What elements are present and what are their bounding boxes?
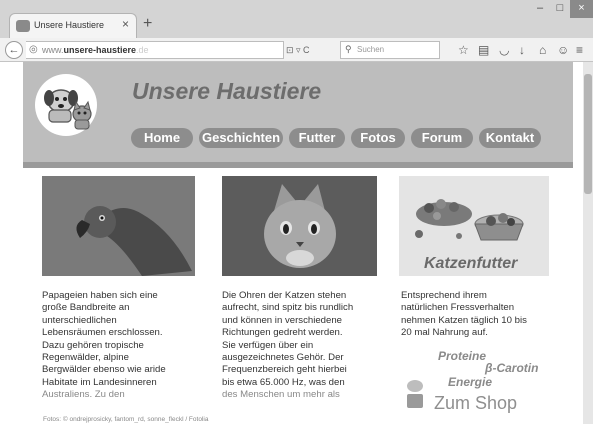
browser-tab[interactable]: Unsere Haustiere × bbox=[9, 13, 137, 38]
text-line: aufrecht, sind spitz bis rundlich bbox=[222, 302, 354, 314]
text-line: Habitate im Landesinneren bbox=[42, 376, 157, 388]
nav-forum[interactable]: Forum bbox=[411, 128, 473, 148]
text-line: Entsprechend ihrem bbox=[401, 290, 487, 301]
text-line: Australiens. Zu den bbox=[42, 389, 125, 401]
parrot-image[interactable] bbox=[42, 176, 195, 276]
text-line: unterschiedlichen bbox=[42, 314, 117, 326]
nav-geschichten[interactable]: Geschichten bbox=[199, 128, 283, 148]
close-window-button[interactable]: × bbox=[570, 0, 593, 18]
search-icon: ⚲ bbox=[345, 44, 352, 54]
window-controls: – □ × bbox=[530, 0, 593, 22]
pocket-icon[interactable]: ◡ bbox=[499, 43, 509, 57]
cat-image[interactable] bbox=[222, 176, 377, 276]
home-icon[interactable]: ⌂ bbox=[539, 43, 546, 57]
chat-icon[interactable]: ☺ bbox=[557, 43, 569, 57]
nav-futter[interactable]: Futter bbox=[289, 128, 345, 148]
reading-list-icon[interactable]: ▤ bbox=[478, 43, 489, 57]
site-logo[interactable] bbox=[35, 74, 97, 136]
browser-navbar: ← ◎ www.unsere-haustiere.de ⊡ ▿ C ⚲ Such… bbox=[0, 38, 593, 62]
nav-kontakt[interactable]: Kontakt bbox=[479, 128, 541, 148]
download-icon[interactable]: ↓ bbox=[519, 43, 525, 57]
url-bar[interactable]: ◎ www.unsere-haustiere.de bbox=[26, 41, 284, 59]
tagline-beta-carotin: β-Carotin bbox=[485, 361, 539, 375]
text-line: Richtungen gedreht werden. bbox=[222, 327, 343, 339]
dog-cat-logo-icon bbox=[44, 89, 92, 130]
text-line: Sie verfügen über ein bbox=[222, 339, 314, 351]
text-line: Lebensräumen erschlossen. bbox=[42, 327, 163, 339]
nav-fotos[interactable]: Fotos bbox=[351, 128, 405, 148]
bookmark-star-icon[interactable]: ☆ bbox=[458, 43, 469, 57]
search-bar[interactable]: ⚲ Suchen bbox=[340, 41, 440, 59]
site-title: Unsere Haustiere bbox=[132, 78, 322, 104]
text-line: bis etwa 65.000 Hz, was den bbox=[222, 376, 345, 388]
new-tab-button[interactable]: + bbox=[143, 15, 152, 33]
cat-icon bbox=[222, 176, 377, 276]
cat-food-text: Entsprechend ihrem natürlichen Fressverh… bbox=[401, 290, 561, 340]
cat-text: Die Ohren der Katzen stehen aufrecht, si… bbox=[222, 290, 382, 402]
back-button[interactable]: ← bbox=[5, 41, 23, 59]
food-can-icon bbox=[404, 378, 426, 410]
parrot-text: Papageien haben sich eine große Bandbrei… bbox=[42, 290, 202, 402]
text-line: ausgezeichnetes Gehör. Der bbox=[222, 352, 344, 364]
text-line: Die Ohren der Katzen stehen bbox=[222, 290, 347, 301]
tab-favicon-icon bbox=[16, 20, 30, 32]
text-line: Frequenzbereich geht hierbei bbox=[222, 364, 347, 376]
text-line: Bergwälder ebenso wie aride bbox=[42, 364, 166, 376]
url-bar-icons[interactable]: ⊡ ▿ C bbox=[286, 41, 338, 59]
text-line: Papageien haben sich eine bbox=[42, 290, 158, 301]
text-line: Regenwälder, alpine bbox=[42, 352, 129, 364]
tab-title: Unsere Haustiere bbox=[34, 20, 105, 30]
text-line: und können in verschiedene bbox=[222, 314, 343, 326]
text-line: 20 mal Nahrung auf. bbox=[401, 327, 488, 339]
header-divider bbox=[23, 162, 573, 168]
globe-icon: ◎ bbox=[29, 44, 38, 55]
photo-credit: Fotos: © ondrejprosicky, fantom_rd, sonn… bbox=[43, 416, 209, 423]
nav-home[interactable]: Home bbox=[131, 128, 193, 148]
cat-food-label: Katzenfutter bbox=[424, 255, 518, 272]
text-line: natürlichen Fressverhalten bbox=[401, 302, 515, 314]
text-line: große Bandbreite an bbox=[42, 302, 130, 314]
tagline-energie: Energie bbox=[448, 375, 493, 389]
menu-icon[interactable]: ≡ bbox=[576, 43, 583, 57]
scrollbar-thumb[interactable] bbox=[584, 74, 592, 194]
text-line: des Menschen um mehr als bbox=[222, 389, 340, 401]
text-line: Dazu gehören tropische bbox=[42, 339, 144, 351]
shop-link[interactable]: Zum Shop bbox=[434, 393, 517, 414]
parrot-icon bbox=[42, 176, 195, 276]
tagline-proteine: Proteine bbox=[438, 349, 487, 363]
url-text: www.unsere-haustiere.de bbox=[42, 45, 149, 55]
minimize-button[interactable]: – bbox=[530, 0, 550, 18]
maximize-button[interactable]: □ bbox=[550, 0, 570, 18]
search-placeholder: Suchen bbox=[357, 45, 385, 54]
tab-close-icon[interactable]: × bbox=[122, 17, 129, 31]
scrollbar[interactable] bbox=[583, 62, 593, 424]
text-line: nehmen Katzen täglich 10 bis bbox=[401, 314, 527, 326]
